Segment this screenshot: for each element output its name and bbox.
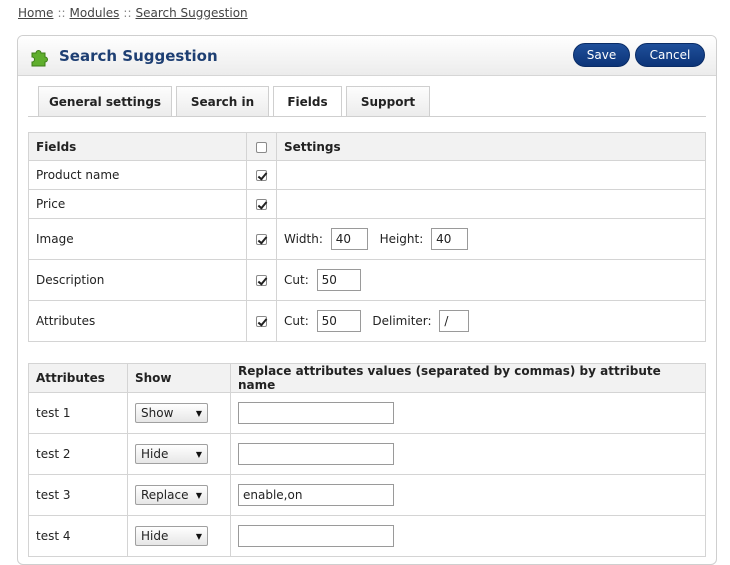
attributes-column-header: Attributes xyxy=(28,363,128,393)
show-column-header: Show xyxy=(127,363,231,393)
attributes-checkbox[interactable] xyxy=(256,316,267,327)
show-select-value: Replace xyxy=(141,488,189,502)
dropdown-arrow-icon: ▼ xyxy=(195,531,202,541)
table-row: test 2 Hide ▼ xyxy=(28,433,706,475)
table-row: Image Width: 40 Height: 40 xyxy=(28,218,706,260)
settings-cell: Cut: 50 xyxy=(276,259,706,301)
table-row: test 3 Replace ▼ enable,on xyxy=(28,474,706,516)
attributes-cut-input[interactable]: 50 xyxy=(316,310,361,332)
table-row: Product name xyxy=(28,160,706,190)
tab-bar: General settings Search in Fields Suppor… xyxy=(38,86,434,117)
table-row: test 1 Show ▼ xyxy=(28,392,706,434)
table-row: Description Cut: 50 xyxy=(28,259,706,301)
table-row: Attributes Cut: 50 Delimiter: / xyxy=(28,300,706,342)
fields-table: Fields Settings Product name Price Image… xyxy=(28,132,706,342)
attribute-name: test 2 xyxy=(28,433,128,475)
replace-values-input[interactable]: enable,on xyxy=(238,484,394,506)
field-name: Attributes xyxy=(28,300,247,342)
cut-label: Cut: xyxy=(284,273,309,287)
dropdown-arrow-icon: ▼ xyxy=(195,490,202,500)
breadcrumb-current-link[interactable]: Search Suggestion xyxy=(136,6,248,20)
table-row: test 4 Hide ▼ xyxy=(28,515,706,557)
field-name: Price xyxy=(28,189,247,219)
attributes-table: Attributes Show Replace attributes value… xyxy=(28,363,706,557)
module-panel: Search Suggestion Save Cancel General se… xyxy=(17,35,717,565)
image-checkbox[interactable] xyxy=(256,234,267,245)
replace-values-input[interactable] xyxy=(238,525,394,547)
tab-general-settings[interactable]: General settings xyxy=(38,86,172,116)
attribute-name: test 3 xyxy=(28,474,128,516)
field-name: Product name xyxy=(28,160,247,190)
image-height-input[interactable]: 40 xyxy=(431,228,469,250)
show-select[interactable]: Hide ▼ xyxy=(135,526,208,546)
attribute-name: test 4 xyxy=(28,515,128,557)
description-checkbox[interactable] xyxy=(256,275,267,286)
breadcrumb-separator: :: xyxy=(123,6,132,20)
image-width-input[interactable]: 40 xyxy=(330,228,368,250)
select-all-cell xyxy=(246,132,277,161)
attribute-name: test 1 xyxy=(28,392,128,434)
tab-search-in[interactable]: Search in xyxy=(176,86,269,116)
panel-header: Search Suggestion Save Cancel xyxy=(18,36,716,76)
show-select[interactable]: Show ▼ xyxy=(135,403,208,423)
table-header-row: Fields Settings xyxy=(28,132,706,161)
replace-values-input[interactable] xyxy=(238,443,394,465)
replace-column-header: Replace attributes values (separated by … xyxy=(230,363,706,393)
dropdown-arrow-icon: ▼ xyxy=(195,449,202,459)
cut-label: Cut: xyxy=(284,314,309,328)
tab-divider xyxy=(28,116,706,117)
save-button[interactable]: Save xyxy=(573,43,630,67)
product-name-checkbox[interactable] xyxy=(256,170,267,181)
page-title: Search Suggestion xyxy=(59,47,218,65)
puzzle-icon xyxy=(31,50,48,67)
description-cut-input[interactable]: 50 xyxy=(316,269,361,291)
dropdown-arrow-icon: ▼ xyxy=(195,408,202,418)
height-label: Height: xyxy=(379,232,424,246)
settings-cell: Width: 40 Height: 40 xyxy=(276,218,706,260)
tab-support[interactable]: Support xyxy=(346,86,430,116)
tab-fields[interactable]: Fields xyxy=(273,86,342,117)
field-name: Image xyxy=(28,218,247,260)
show-select[interactable]: Replace ▼ xyxy=(135,485,208,505)
breadcrumb: Home:: Modules:: Search Suggestion xyxy=(18,6,248,20)
replace-values-input[interactable] xyxy=(238,402,394,424)
fields-column-header: Fields xyxy=(28,132,247,161)
field-name: Description xyxy=(28,259,247,301)
settings-cell xyxy=(276,189,706,219)
price-checkbox[interactable] xyxy=(256,199,267,210)
cancel-button[interactable]: Cancel xyxy=(635,43,705,67)
show-select-value: Hide xyxy=(141,447,169,461)
show-select[interactable]: Hide ▼ xyxy=(135,444,208,464)
breadcrumb-separator: :: xyxy=(57,6,66,20)
width-label: Width: xyxy=(284,232,323,246)
select-all-checkbox[interactable] xyxy=(256,141,267,153)
show-select-value: Hide xyxy=(141,529,169,543)
table-row: Price xyxy=(28,189,706,219)
settings-column-header: Settings xyxy=(276,132,706,161)
table-header-row: Attributes Show Replace attributes value… xyxy=(28,363,706,393)
breadcrumb-home-link[interactable]: Home xyxy=(18,6,53,20)
show-select-value: Show xyxy=(141,406,174,420)
breadcrumb-modules-link[interactable]: Modules xyxy=(70,6,120,20)
settings-cell: Cut: 50 Delimiter: / xyxy=(276,300,706,342)
delimiter-input[interactable]: / xyxy=(439,310,470,332)
delimiter-label: Delimiter: xyxy=(372,314,432,328)
settings-cell xyxy=(276,160,706,190)
